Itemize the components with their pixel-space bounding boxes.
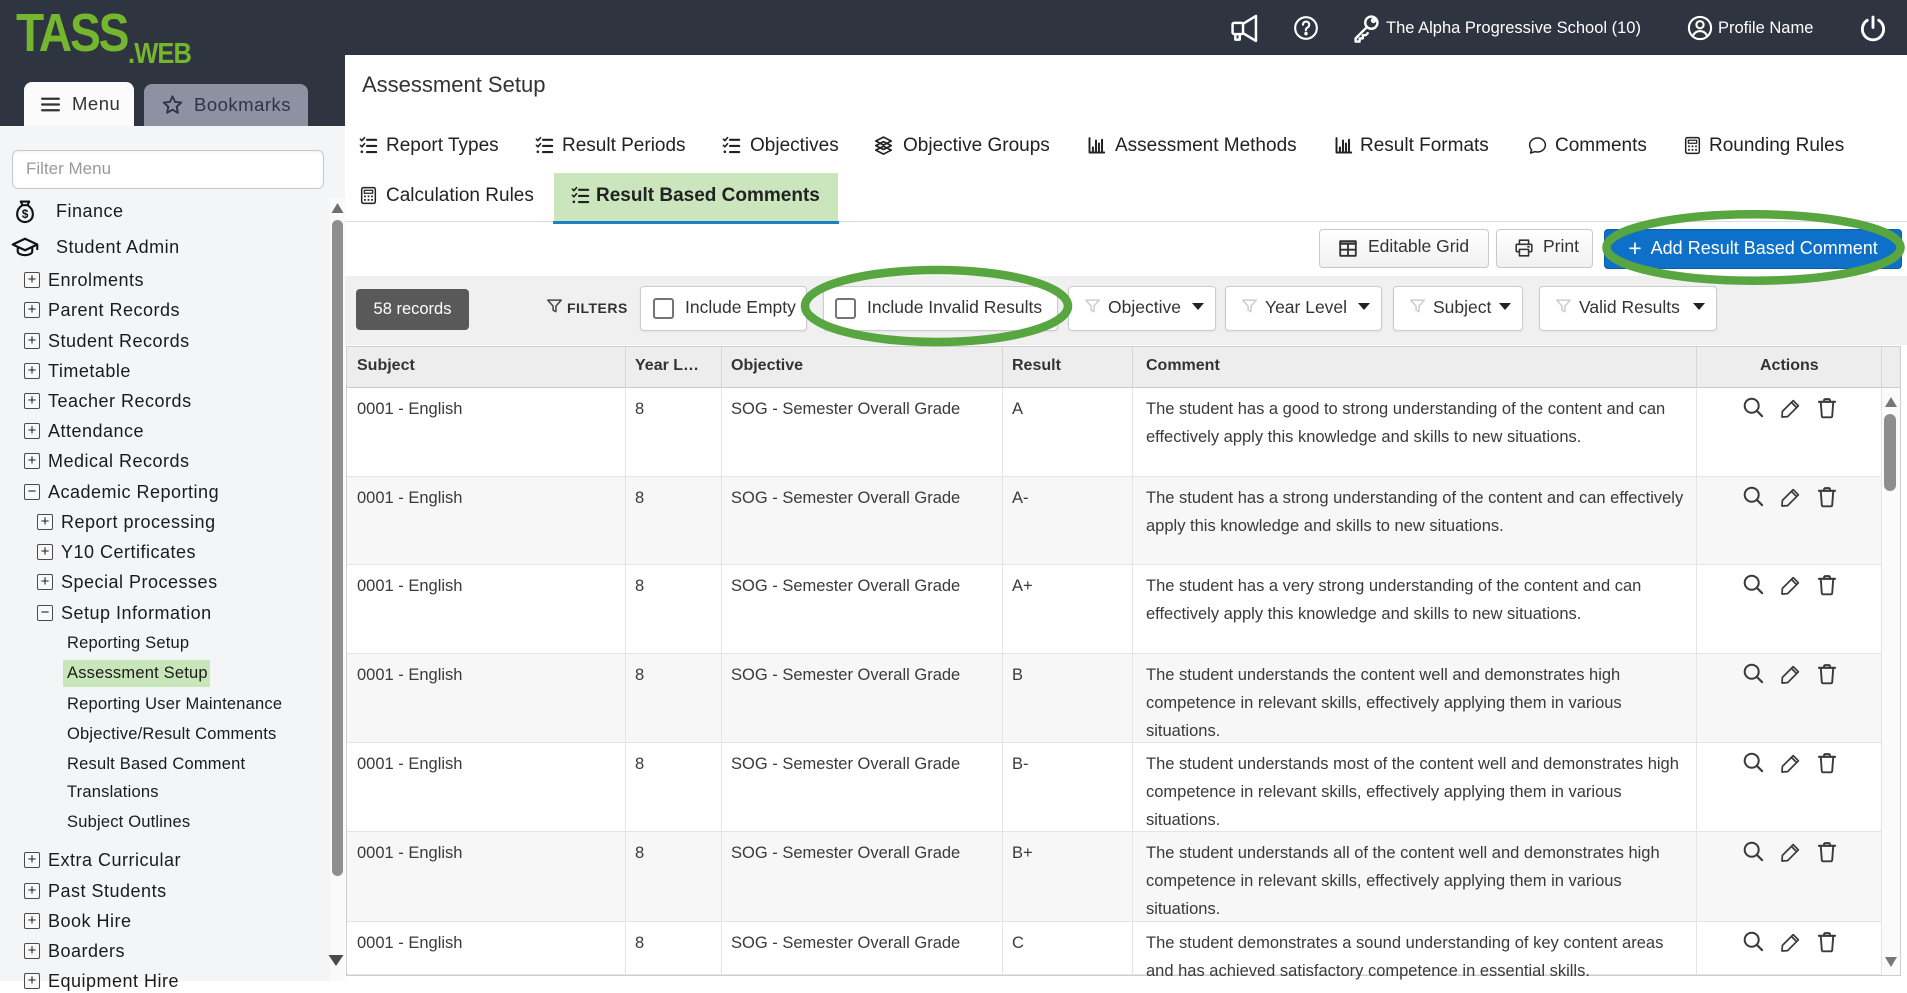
svg-text:$: $: [22, 207, 29, 221]
